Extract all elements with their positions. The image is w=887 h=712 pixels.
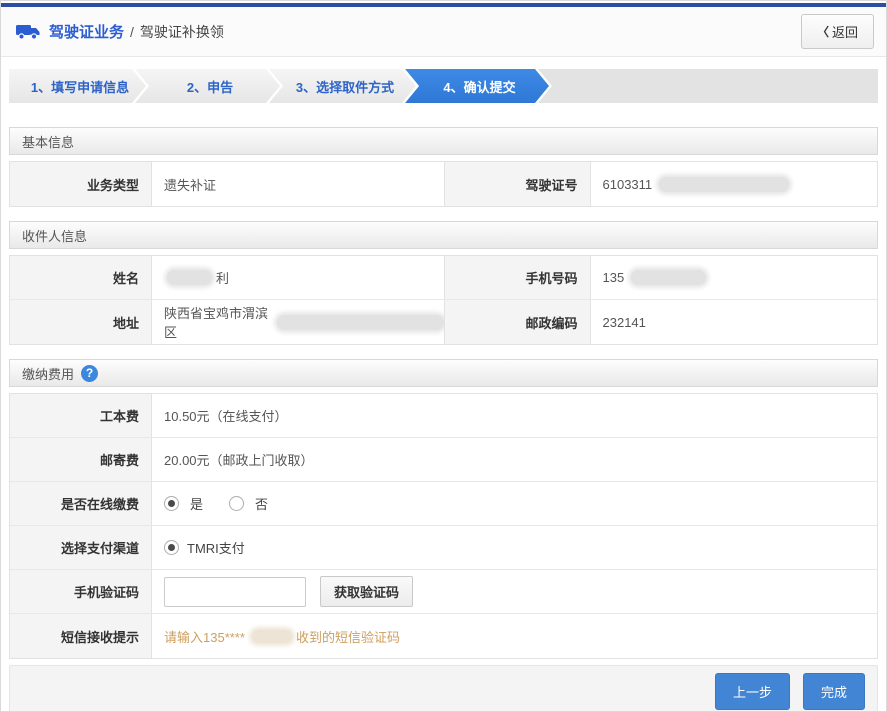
finish-button[interactable]: 完成 bbox=[803, 673, 865, 710]
radio-channel-tmri[interactable] bbox=[164, 540, 179, 555]
address-label: 地址 bbox=[10, 300, 152, 344]
payment-channel-options: TMRI支付 bbox=[152, 526, 877, 569]
help-icon[interactable]: ? bbox=[81, 365, 98, 382]
header: 驾驶证业务 / 驾驶证补换领 〈 返回 bbox=[1, 7, 886, 57]
redacted-area bbox=[631, 270, 706, 285]
get-code-button[interactable]: 获取验证码 bbox=[320, 576, 413, 607]
redacted-area bbox=[659, 177, 789, 192]
breadcrumb-section[interactable]: 驾驶证业务 bbox=[49, 21, 124, 42]
sms-code-field: 获取验证码 bbox=[152, 570, 877, 613]
section-payment-fees: 缴纳费用 ? 工本费 10.50元（在线支付） 邮寄费 20.00元（邮政上门收… bbox=[9, 359, 878, 659]
license-number-label: 驾驶证号 bbox=[444, 162, 591, 206]
radio-online-no-label[interactable]: 否 bbox=[255, 494, 268, 513]
tab-step-1-label: 1、填写申请信息 bbox=[6, 69, 146, 103]
breadcrumb-page: 驾驶证补换领 bbox=[140, 22, 224, 42]
production-fee-label: 工本费 bbox=[10, 394, 152, 437]
business-type-label: 业务类型 bbox=[10, 162, 152, 206]
basic-info-table: 业务类型 遗失补证 驾驶证号 6103311 bbox=[9, 161, 878, 207]
table-row: 工本费 10.50元（在线支付） bbox=[10, 394, 877, 438]
table-row: 姓名 利 手机号码 135 bbox=[10, 256, 877, 300]
table-row: 选择支付渠道 TMRI支付 bbox=[10, 526, 877, 570]
redacted-area bbox=[252, 630, 292, 643]
postage-fee-value: 20.00元（邮政上门收取） bbox=[152, 438, 877, 481]
payment-fees-title: 缴纳费用 bbox=[22, 364, 74, 383]
tab-step-4-label: 4、确认提交 bbox=[402, 69, 549, 103]
basic-info-header: 基本信息 bbox=[9, 127, 878, 155]
breadcrumb-separator: / bbox=[130, 24, 134, 40]
recipient-info-table: 姓名 利 手机号码 135 地址 bbox=[9, 255, 878, 345]
phone-label: 手机号码 bbox=[444, 256, 591, 299]
online-payment-options: 是 否 bbox=[152, 482, 877, 525]
radio-online-no[interactable] bbox=[229, 496, 244, 511]
table-row: 是否在线缴费 是 否 bbox=[10, 482, 877, 526]
radio-online-yes-label[interactable]: 是 bbox=[190, 494, 203, 513]
back-button[interactable]: 〈 返回 bbox=[801, 14, 874, 49]
section-recipient-info: 收件人信息 姓名 利 手机号码 135 bbox=[9, 221, 878, 345]
page: 驾驶证业务 / 驾驶证补换领 〈 返回 1、填写申请信息 2、申告 3、选择取件… bbox=[0, 0, 887, 712]
step-tabs: 1、填写申请信息 2、申告 3、选择取件方式 4、确认提交 bbox=[9, 69, 878, 103]
business-type-value: 遗失补证 bbox=[152, 162, 444, 206]
postage-fee-label: 邮寄费 bbox=[10, 438, 152, 481]
table-row: 业务类型 遗失补证 驾驶证号 6103311 bbox=[10, 162, 877, 206]
tab-step-3-label: 3、选择取件方式 bbox=[266, 69, 416, 103]
name-label: 姓名 bbox=[10, 256, 152, 299]
recipient-info-title: 收件人信息 bbox=[22, 226, 87, 245]
payment-fees-header: 缴纳费用 ? bbox=[9, 359, 878, 387]
redacted-area bbox=[277, 315, 444, 330]
previous-step-button[interactable]: 上一步 bbox=[715, 673, 790, 710]
sms-hint-text: 请输入135**** 收到的短信验证码 bbox=[152, 614, 877, 658]
radio-channel-tmri-label[interactable]: TMRI支付 bbox=[187, 538, 245, 557]
tab-step-3-pickup-method[interactable]: 3、选择取件方式 bbox=[269, 69, 419, 103]
phone-value: 135 bbox=[591, 256, 878, 299]
online-payment-label: 是否在线缴费 bbox=[10, 482, 152, 525]
production-fee-value: 10.50元（在线支付） bbox=[152, 394, 877, 437]
tab-step-4-confirm-submit[interactable]: 4、确认提交 bbox=[405, 69, 552, 103]
basic-info-title: 基本信息 bbox=[22, 132, 74, 151]
footer-action-bar: 上一步 完成 bbox=[9, 665, 878, 712]
postcode-label: 邮政编码 bbox=[444, 300, 591, 344]
tab-step-2-declaration[interactable]: 2、申告 bbox=[135, 69, 283, 103]
name-value: 利 bbox=[152, 256, 444, 299]
table-row: 邮寄费 20.00元（邮政上门收取） bbox=[10, 438, 877, 482]
radio-online-yes[interactable] bbox=[164, 496, 179, 511]
payment-fees-table: 工本费 10.50元（在线支付） 邮寄费 20.00元（邮政上门收取） 是否在线… bbox=[9, 393, 878, 659]
payment-channel-label: 选择支付渠道 bbox=[10, 526, 152, 569]
license-number-value: 6103311 bbox=[591, 162, 878, 206]
sms-hint-label: 短信接收提示 bbox=[10, 614, 152, 658]
table-row: 地址 陕西省宝鸡市渭滨区 邮政编码 232141 bbox=[10, 300, 877, 344]
tab-step-2-label: 2、申告 bbox=[132, 69, 280, 103]
sms-code-input[interactable] bbox=[164, 577, 306, 607]
table-row: 短信接收提示 请输入135**** 收到的短信验证码 bbox=[10, 614, 877, 658]
back-chevron-icon: 〈 bbox=[817, 23, 829, 40]
sms-code-label: 手机验证码 bbox=[10, 570, 152, 613]
redacted-area bbox=[167, 270, 212, 285]
truck-icon bbox=[15, 22, 41, 42]
table-row: 手机验证码 获取验证码 bbox=[10, 570, 877, 614]
address-value: 陕西省宝鸡市渭滨区 bbox=[152, 300, 444, 344]
back-button-label: 返回 bbox=[832, 22, 858, 41]
postcode-value: 232141 bbox=[591, 300, 878, 344]
tab-step-1-fill-application[interactable]: 1、填写申请信息 bbox=[9, 69, 149, 103]
section-basic-info: 基本信息 业务类型 遗失补证 驾驶证号 6103311 bbox=[9, 127, 878, 207]
recipient-info-header: 收件人信息 bbox=[9, 221, 878, 249]
